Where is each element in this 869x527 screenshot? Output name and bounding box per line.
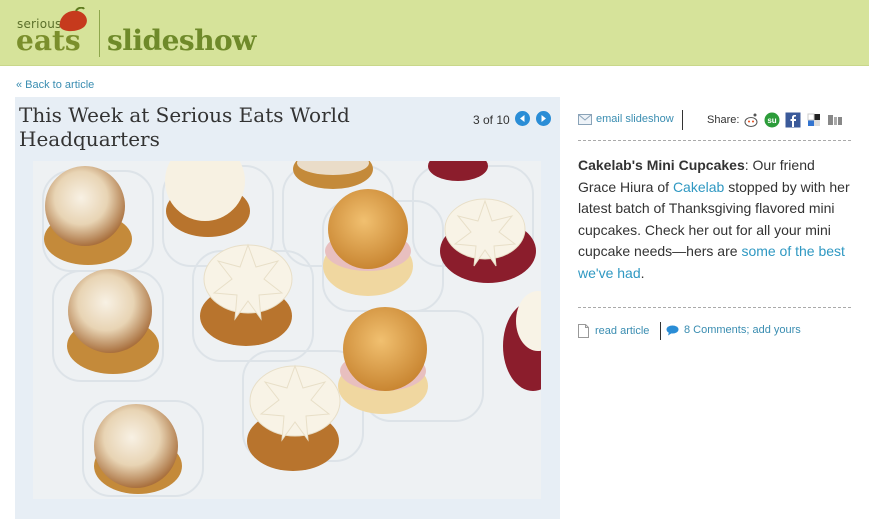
envelope-icon (578, 113, 592, 125)
slide-footer-links: read article 8 Comments; add yours (578, 322, 851, 342)
arrow-left-icon (520, 115, 525, 122)
site-logo[interactable]: serious eats (0, 0, 100, 65)
next-slide-button[interactable] (536, 111, 551, 126)
facebook-icon[interactable] (785, 112, 801, 128)
reddit-icon[interactable] (743, 112, 759, 128)
email-slideshow-link[interactable]: email slideshow (578, 113, 674, 125)
logo-divider (99, 10, 100, 57)
slide-photo[interactable] (33, 161, 541, 499)
footer-divider (660, 322, 661, 340)
share-label: Share: (707, 114, 740, 126)
divider (578, 140, 851, 141)
cupcakes-photo (33, 161, 541, 499)
comment-bubble-icon (666, 325, 679, 335)
svg-text:su: su (767, 116, 776, 125)
cakelab-link[interactable]: Cakelab (673, 179, 724, 195)
share-icons: su (743, 112, 843, 128)
comments-link[interactable]: 8 Comments; add yours (666, 324, 801, 336)
description-text: . (640, 264, 645, 281)
email-slideshow-label: email slideshow (596, 113, 674, 125)
share-bar: email slideshow Share: su (578, 110, 851, 132)
slide-description: Cakelab's Mini Cupcakes: Our friend Grac… (578, 155, 851, 284)
read-article-label: read article (595, 325, 650, 337)
slide-title: This Week at Serious Eats World Headquar… (19, 103, 350, 151)
arrow-right-icon (541, 115, 546, 122)
previous-slide-button[interactable] (515, 111, 530, 126)
slide-counter: 3 of 10 (473, 113, 510, 127)
delicious-icon[interactable] (806, 112, 822, 128)
description-title: Cakelab's Mini Cupcakes (578, 157, 745, 173)
comments-label: 8 Comments; add yours (684, 324, 801, 336)
section-title: slideshow (107, 24, 256, 57)
document-icon (578, 324, 589, 338)
share-divider (682, 110, 683, 130)
site-header: serious eats slideshow (0, 0, 869, 66)
stumbleupon-icon[interactable]: su (764, 112, 780, 128)
divider (578, 307, 851, 308)
slideshow-panel: This Week at Serious Eats World Headquar… (15, 97, 560, 519)
digg-icon[interactable] (827, 112, 843, 128)
back-to-article-link[interactable]: « Back to article (16, 79, 94, 91)
logo-main-text: eats (16, 24, 81, 57)
read-article-link[interactable]: read article (578, 324, 649, 338)
